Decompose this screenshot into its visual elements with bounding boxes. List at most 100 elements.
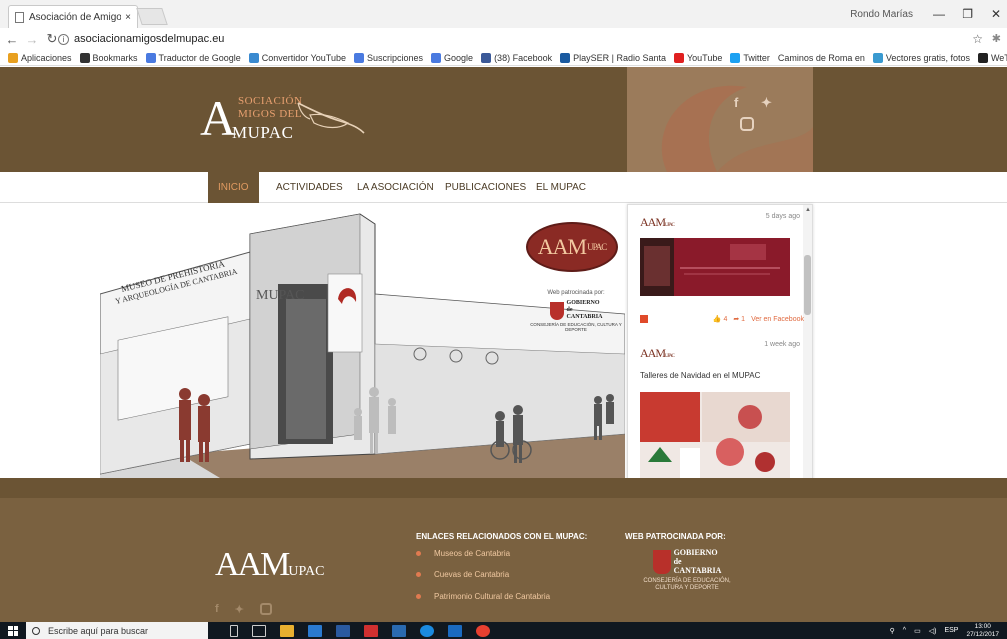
hero-section: MUSEO DE PREHISTORIA Y ARQUEOLOGÍA DE CA… — [0, 204, 1007, 478]
footer-gobierno-logo[interactable]: GOBIERNO de CANTABRIA CONSEJERÍA DE EDUCAC… — [632, 548, 742, 592]
scroll-up-icon[interactable]: ▲ — [805, 207, 811, 213]
minimize-icon[interactable]: — — [933, 7, 945, 21]
shield-icon — [549, 301, 564, 320]
post-image[interactable] — [640, 238, 790, 296]
scroll-thumb[interactable] — [804, 255, 811, 315]
tab-close-icon[interactable]: × — [125, 12, 131, 23]
svg-text:MUPAC: MUPAC — [256, 288, 305, 303]
microphone-icon[interactable] — [230, 624, 238, 637]
browser-tab-bar: Asociación de Amigos de × Rondo Marías —… — [0, 0, 1007, 28]
bookmark-item[interactable]: Bookmarks — [79, 52, 138, 63]
info-icon[interactable]: i — [58, 33, 69, 45]
footer-link-patrimonio[interactable]: Patrimonio Cultural de Cantabria — [416, 592, 550, 601]
nav-inicio[interactable]: INICIO — [208, 172, 259, 203]
bookmark-item[interactable]: Twitter — [730, 52, 770, 63]
likes-count[interactable]: 👍 4 — [713, 315, 728, 323]
post-image-2[interactable] — [640, 392, 790, 482]
cortana-icon — [32, 626, 40, 635]
site-logo[interactable]: A SOCIACIÓN MIGOS DEL MUPAC — [200, 93, 370, 153]
bookmark-item[interactable]: Vectores gratis, fotos — [872, 52, 970, 63]
bookmark-item[interactable]: Google — [431, 52, 474, 63]
acrobat-icon[interactable] — [364, 624, 378, 637]
new-tab-button[interactable] — [136, 8, 168, 25]
nav-el-mupac[interactable]: EL MUPAC — [526, 172, 596, 203]
translate-icon — [145, 52, 156, 63]
footer-sponsor-title: WEB PATROCINADA POR: — [625, 532, 726, 541]
store-icon[interactable] — [308, 624, 322, 637]
edge-icon[interactable] — [420, 624, 434, 637]
language-indicator[interactable]: ESP — [944, 627, 958, 634]
site-header: A SOCIACIÓN MIGOS DEL MUPAC f ✦ — [0, 67, 1007, 172]
volume-icon[interactable]: ◁) — [929, 627, 937, 635]
facebook-feed-widget[interactable]: ▲ ▼ AAMUPAC 5 days ago 👍 4 ➦ 1 Ver en Fa… — [627, 204, 813, 490]
facebook-icon[interactable]: f — [734, 95, 738, 110]
network-icon[interactable]: ▭ — [914, 627, 921, 635]
bookmark-item[interactable]: (38) Facebook — [481, 52, 552, 63]
windows-icon — [8, 625, 18, 636]
footer-facebook-icon[interactable]: f — [215, 603, 219, 616]
bookmark-label: Google — [444, 52, 474, 63]
url-field[interactable]: i asociacionamigosdelmupac.eu — [58, 30, 958, 48]
app-icon[interactable] — [336, 624, 350, 637]
people-icon[interactable]: ⚲ — [890, 627, 895, 635]
bookmark-label: Convertidor YouTube — [261, 52, 346, 63]
post-time[interactable]: 5 days ago — [766, 213, 800, 220]
shares-count[interactable]: ➦ 1 — [733, 315, 745, 323]
aam-logo[interactable]: AAM UPAC — [526, 222, 618, 272]
bookmark-item[interactable]: Caminos de Roma en — [778, 53, 865, 63]
nav-actividades[interactable]: ACTIVIDADES — [266, 172, 353, 203]
taskbar-search[interactable]: Escribe aquí para buscar — [26, 622, 208, 639]
twitter-icon[interactable]: ✦ — [761, 95, 772, 111]
page-avatar-2[interactable]: AAMUPAC — [640, 346, 675, 361]
file-explorer-icon[interactable] — [280, 624, 294, 637]
word-icon[interactable] — [392, 624, 406, 637]
social-panel: f ✦ — [627, 67, 813, 172]
restore-icon[interactable]: ❐ — [962, 7, 973, 21]
logo-big-a: A — [200, 90, 237, 146]
logo-engraving-icon — [297, 102, 365, 134]
chrome-icon[interactable] — [476, 624, 490, 637]
apps-icon — [8, 52, 18, 63]
outlook-icon[interactable] — [448, 624, 462, 637]
nav-publicaciones[interactable]: PUBLICACIONES — [435, 172, 536, 203]
facebook-share-icon[interactable] — [640, 315, 648, 323]
address-bar-row: ← → ↻ i asociacionamigosdelmupac.eu ☆ ✱ — [0, 28, 1007, 50]
page-avatar[interactable]: AAMUPAC — [640, 215, 675, 230]
tray-chevron-icon[interactable]: ^ — [903, 627, 906, 634]
view-on-facebook-link[interactable]: Ver en Facebook — [751, 316, 804, 323]
bookmark-item[interactable]: Convertidor YouTube — [248, 52, 346, 63]
vector-icon — [872, 52, 883, 63]
footer-logo[interactable]: AAMUPAC — [215, 546, 324, 584]
footer-link-museos[interactable]: Museos de Cantabria — [416, 549, 510, 558]
back-icon[interactable]: ← — [4, 32, 20, 47]
profile-name[interactable]: Rondo Marías — [850, 9, 913, 20]
sponsor-block: AAM UPAC Web patrocinada por: GOBIERNO de C… — [526, 222, 626, 332]
extension-icon[interactable]: ✱ — [992, 32, 1001, 45]
bookmark-item[interactable]: Suscripciones — [354, 52, 423, 63]
footer-twitter-icon[interactable]: ✦ — [235, 603, 244, 616]
bookmark-star-icon[interactable]: ☆ — [972, 32, 983, 46]
twitter-icon — [730, 52, 741, 63]
bookmark-item[interactable]: WeTransfer — [977, 52, 1007, 63]
task-view-icon[interactable] — [252, 624, 266, 637]
instagram-icon[interactable] — [740, 117, 754, 131]
bullet-icon — [416, 594, 421, 599]
bookmark-item[interactable]: PlaySER | Radio Santa — [560, 52, 666, 63]
start-button[interactable] — [0, 622, 26, 639]
footer-consejeria: CONSEJERÍA DE EDUCACIÓN, CULTURA Y DEPOR… — [643, 578, 731, 591]
post-time-2[interactable]: 1 week ago — [764, 341, 800, 348]
close-window-icon[interactable]: ✕ — [991, 7, 1001, 21]
nav-la-asociacion[interactable]: LA ASOCIACIÓN — [347, 172, 444, 203]
bookmark-item[interactable]: Traductor de Google — [145, 52, 241, 63]
page-icon — [15, 11, 24, 23]
forward-icon[interactable]: → — [24, 32, 40, 47]
gobierno-text: GOBIERNO de CANTABRIA — [567, 300, 603, 321]
gobierno-logo[interactable]: GOBIERNO de CANTABRIA — [526, 300, 626, 321]
footer-instagram-icon[interactable] — [259, 603, 272, 615]
bookmark-item[interactable]: Aplicaciones — [8, 52, 72, 63]
clock[interactable]: 13:00 27/12/2017 — [966, 623, 999, 639]
bookmark-item[interactable]: YouTube — [673, 52, 722, 63]
footer-link-cuevas[interactable]: Cuevas de Cantabria — [416, 570, 509, 579]
browser-tab[interactable]: Asociación de Amigos de × — [8, 5, 138, 28]
post-title-2: Talleres de Navidad en el MUPAC — [640, 371, 761, 380]
